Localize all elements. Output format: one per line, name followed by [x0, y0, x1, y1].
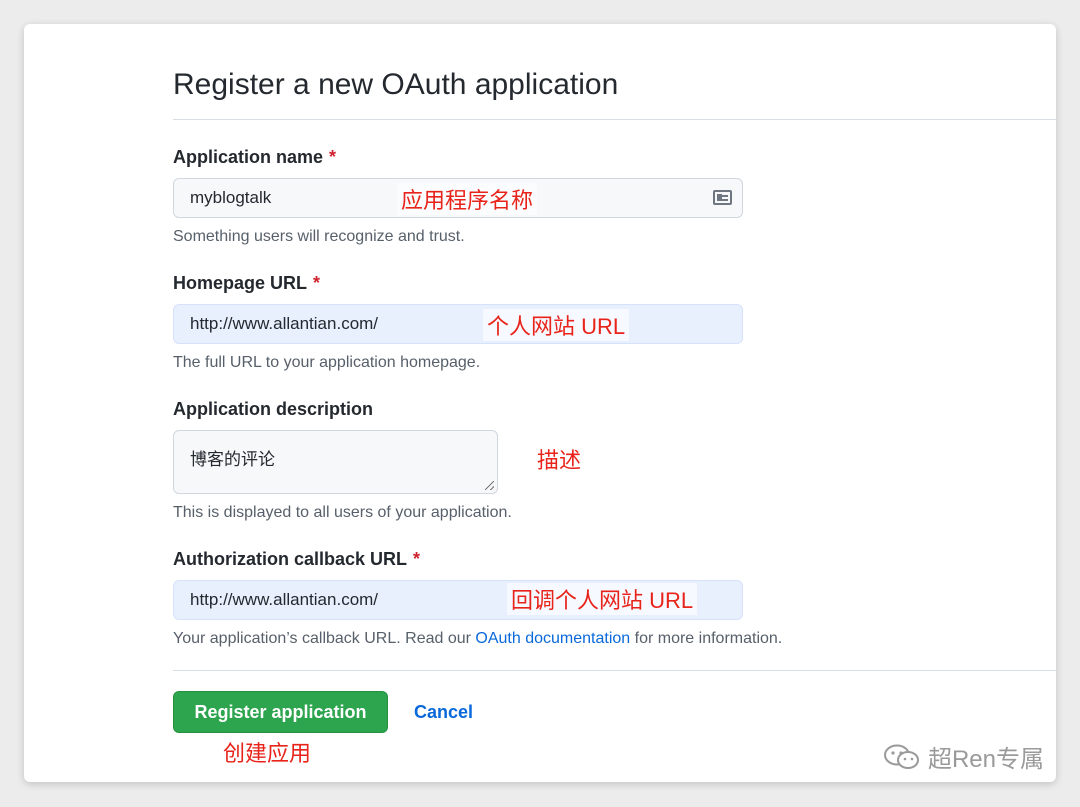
homepage-annotation: 个人网站 URL — [483, 309, 630, 341]
description-annotation: 描述 — [533, 443, 586, 475]
app-name-help: Something users will recognize and trust… — [173, 228, 465, 245]
app-name-value: myblogtalk — [190, 188, 272, 207]
actions-divider — [173, 670, 1056, 671]
description-textarea[interactable]: 博客的评论 — [173, 430, 498, 494]
homepage-label: Homepage URL * — [173, 273, 320, 294]
wechat-icon — [883, 744, 919, 769]
description-value: 博客的评论 — [190, 450, 275, 469]
app-name-label-text: Application name — [173, 147, 324, 167]
oauth-app-form-card: Register a new OAuth application Applica… — [24, 24, 1056, 782]
callback-url-value: http://www.allantian.com/ — [190, 590, 379, 609]
description-label-text: Application description — [173, 399, 374, 419]
callback-annotation: 回调个人网站 URL — [507, 583, 698, 615]
description-help: This is displayed to all users of your a… — [173, 504, 512, 521]
app-name-annotation: 应用程序名称 — [397, 183, 538, 215]
watermark: 超Ren专属 — [882, 739, 1044, 774]
callback-label-text: Authorization callback URL — [173, 549, 408, 569]
callback-label: Authorization callback URL * — [173, 549, 420, 570]
required-mark: * — [313, 273, 321, 293]
description-label: Application description — [173, 399, 373, 420]
homepage-url-input[interactable]: http://www.allantian.com/ — [173, 304, 743, 344]
homepage-label-text: Homepage URL — [173, 273, 308, 293]
resize-handle-icon[interactable] — [485, 481, 494, 490]
callback-help-suffix: for more information. — [634, 630, 783, 647]
register-annotation: 创建应用 — [219, 736, 316, 768]
required-mark: * — [413, 549, 421, 569]
register-application-button[interactable]: Register application — [173, 691, 388, 733]
cancel-button[interactable]: Cancel — [414, 702, 473, 723]
contact-card-icon[interactable] — [713, 190, 732, 205]
callback-help-text: Your application’s callback URL. Read ou… — [173, 630, 471, 647]
callback-help: Your application’s callback URL. Read ou… — [173, 630, 782, 648]
page-title: Register a new OAuth application — [173, 68, 619, 101]
required-mark: * — [329, 147, 337, 167]
app-name-label: Application name * — [173, 147, 336, 168]
watermark-text: 超Ren专属 — [927, 746, 1044, 773]
homepage-help: The full URL to your application homepag… — [173, 354, 481, 371]
title-divider — [173, 119, 1056, 120]
homepage-url-value: http://www.allantian.com/ — [190, 314, 379, 333]
oauth-documentation-link[interactable]: OAuth documentation — [475, 630, 630, 647]
